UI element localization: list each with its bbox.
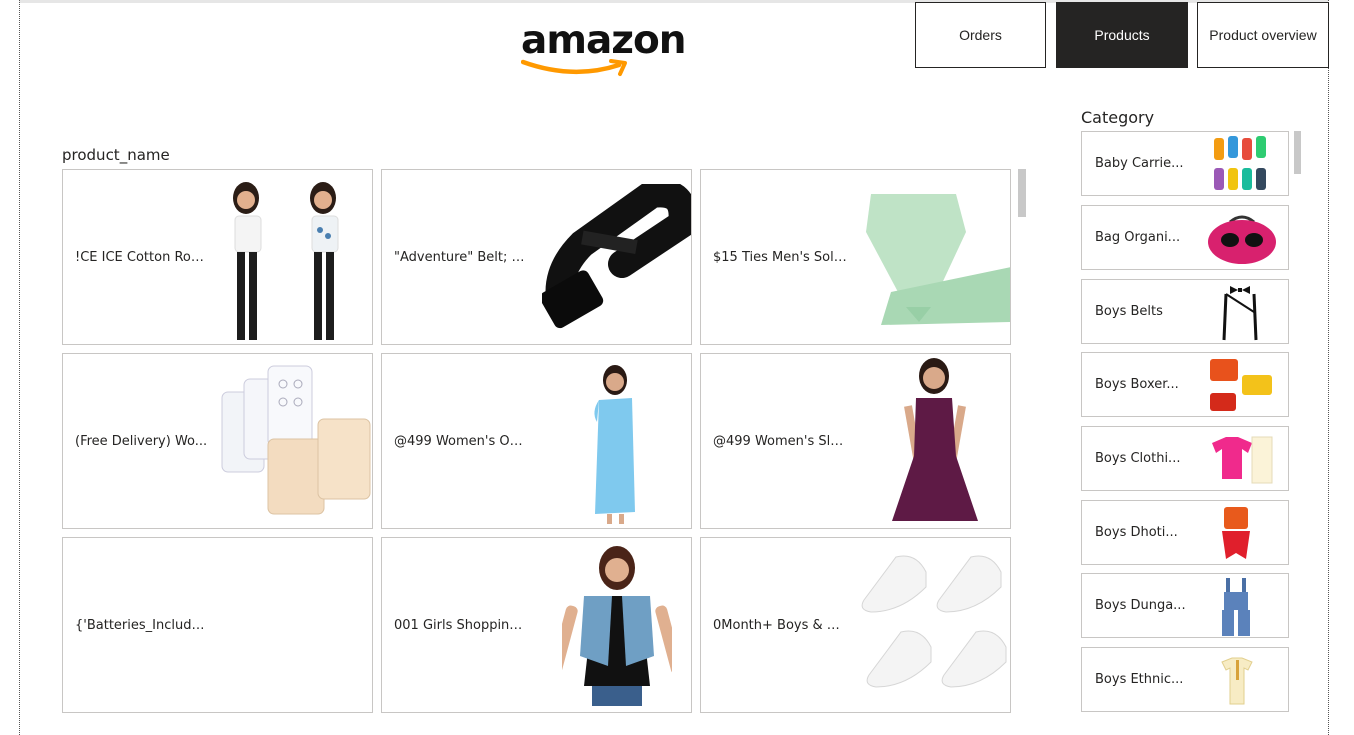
product-card[interactable]: (Free Delivery) Wo... bbox=[62, 353, 373, 529]
product-card-label: @499 Women's Off ... bbox=[394, 434, 529, 449]
purple-dress-image bbox=[892, 358, 978, 521]
category-item-label: Boys Ethnic... bbox=[1095, 672, 1184, 687]
product-card-label: @499 Women's Sle... bbox=[713, 434, 848, 449]
amazon-smile-icon bbox=[521, 59, 627, 76]
product-card[interactable]: $15 Ties Men's Soli... bbox=[700, 169, 1011, 345]
suspenders-image bbox=[1222, 286, 1258, 341]
product-card-label: $15 Ties Men's Soli... bbox=[713, 250, 848, 265]
product-card[interactable]: "Adventure" Belt; 1.... bbox=[381, 169, 692, 345]
category-item-label: Boys Dhoti... bbox=[1095, 525, 1178, 540]
category-item-label: Boys Belts bbox=[1095, 304, 1163, 319]
orders-button[interactable]: Orders bbox=[915, 2, 1046, 68]
category-item[interactable]: Boys Clothi... bbox=[1081, 426, 1289, 491]
pink-bag-image bbox=[1208, 215, 1276, 264]
product-card[interactable]: @499 Women's Sle... bbox=[700, 353, 1011, 529]
product-name-title: product_name bbox=[62, 146, 170, 164]
colorful-socks-image bbox=[1214, 136, 1266, 190]
category-item[interactable]: Boys Boxer... bbox=[1081, 352, 1289, 417]
ethnic-wear-image bbox=[1221, 657, 1253, 705]
product-card-label: 0Month+ Boys & Gi... bbox=[713, 618, 848, 633]
category-title: Category bbox=[1081, 108, 1155, 127]
product-card-label: 001 Girls Shopping ... bbox=[394, 618, 529, 633]
product-card[interactable]: @499 Women's Off ... bbox=[381, 353, 692, 529]
product-card-label: {'Batteries_Include... bbox=[75, 618, 210, 633]
product-card[interactable]: {'Batteries_Include... bbox=[62, 537, 373, 713]
product-overview-button[interactable]: Product overview bbox=[1197, 2, 1329, 68]
category-item[interactable]: Bag Organi... bbox=[1081, 205, 1289, 270]
product-card-label: (Free Delivery) Wo... bbox=[75, 434, 208, 449]
category-item-label: Baby Carrie... bbox=[1095, 156, 1184, 171]
category-item-label: Bag Organi... bbox=[1095, 230, 1181, 245]
category-item[interactable]: Boys Dunga... bbox=[1081, 573, 1289, 638]
category-item[interactable]: Boys Belts bbox=[1081, 279, 1289, 344]
product-card[interactable]: 001 Girls Shopping ... bbox=[381, 537, 692, 713]
category-item[interactable]: Boys Ethnic... bbox=[1081, 647, 1289, 712]
denim-vest-image bbox=[562, 546, 672, 706]
frame-left-border bbox=[19, 0, 20, 735]
product-card-label: !CE ICE Cotton Rou... bbox=[75, 250, 210, 265]
product-card[interactable]: !CE ICE Cotton Rou... bbox=[62, 169, 373, 345]
category-item[interactable]: Baby Carrie... bbox=[1081, 131, 1289, 196]
boxers-image bbox=[1210, 359, 1272, 411]
amazon-logo: amazon bbox=[521, 18, 687, 78]
products-button[interactable]: Products bbox=[1056, 2, 1188, 68]
category-item[interactable]: Boys Dhoti... bbox=[1081, 500, 1289, 565]
pink-shirt-image bbox=[1212, 436, 1273, 484]
dhoti-image bbox=[1222, 507, 1250, 559]
bra-extenders-image bbox=[221, 365, 371, 515]
category-item-label: Boys Dunga... bbox=[1095, 598, 1186, 613]
white-socks-image bbox=[861, 555, 1007, 688]
girls-tshirt-image bbox=[233, 182, 339, 340]
category-item-label: Boys Boxer... bbox=[1095, 377, 1179, 392]
blue-dress-image bbox=[594, 365, 635, 524]
frame-right-border bbox=[1328, 0, 1329, 735]
black-belt-image bbox=[542, 184, 691, 329]
mint-tie-image bbox=[866, 194, 1010, 325]
products-scrollbar-thumb[interactable] bbox=[1018, 169, 1026, 217]
category-scrollbar-thumb[interactable] bbox=[1294, 131, 1301, 174]
product-card-label: "Adventure" Belt; 1.... bbox=[394, 250, 529, 265]
dungarees-image bbox=[1222, 578, 1250, 636]
category-item-label: Boys Clothi... bbox=[1095, 451, 1181, 466]
product-card[interactable]: 0Month+ Boys & Gi... bbox=[700, 537, 1011, 713]
